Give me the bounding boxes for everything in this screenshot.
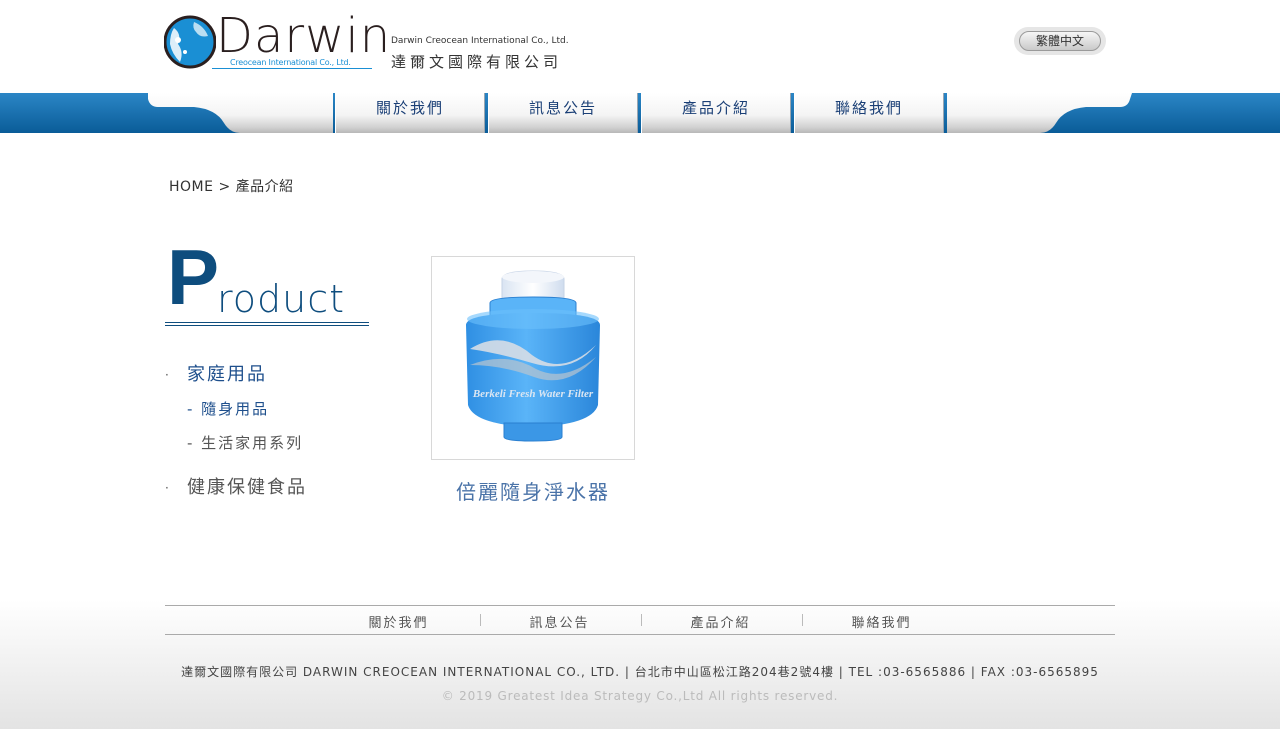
title-underline-2	[165, 325, 369, 326]
footer-divider-bottom	[165, 634, 1115, 635]
product-card[interactable]: Berkeli Fresh Water Filter	[431, 256, 635, 460]
nav-products[interactable]: 產品介紹	[641, 93, 791, 133]
footer-company-info: 達爾文國際有限公司 DARWIN CREOCEAN INTERNATIONAL …	[181, 665, 1099, 679]
footer-copyright: © 2019 Greatest Idea Strategy Co.,Ltd Al…	[441, 689, 839, 703]
category-health-food-label: 健康保健食品	[187, 477, 307, 498]
globe-logo-icon	[164, 15, 216, 69]
category-health-food[interactable]: · 健康保健食品	[165, 473, 307, 499]
logo-subtitle: Creocean International Co., Ltd.	[230, 58, 351, 67]
nav-right-cap	[947, 93, 1132, 133]
logo-underline	[212, 68, 372, 69]
subcategory-home-series[interactable]: - 生活家用系列	[187, 432, 303, 453]
nav-left-cap	[148, 93, 333, 133]
nav-news[interactable]: 訊息公告	[488, 93, 638, 133]
title-underline	[165, 322, 369, 323]
breadcrumb: HOME > 產品介紹	[169, 176, 294, 196]
title-rest: roduct	[217, 277, 346, 321]
subcategory-portable[interactable]: - 隨身用品	[187, 398, 269, 419]
breadcrumb-home[interactable]: HOME	[169, 179, 213, 195]
product-section-title: P roduct	[165, 238, 369, 328]
nav-about[interactable]: 關於我們	[335, 93, 485, 133]
company-name-en: Darwin Creocean International Co., Ltd.	[391, 36, 569, 46]
footer-divider-top	[165, 605, 1115, 606]
footer-link-products[interactable]: 產品介紹	[640, 612, 801, 631]
category-household-label: 家庭用品	[187, 364, 267, 385]
footer-link-contact[interactable]: 聯絡我們	[801, 612, 962, 631]
breadcrumb-separator: >	[218, 179, 231, 195]
company-name-zh: 達爾文國際有限公司	[391, 53, 563, 71]
nav-news-label: 訊息公告	[528, 99, 597, 117]
breadcrumb-current: 產品介紹	[235, 179, 294, 195]
title-initial: P	[167, 233, 220, 321]
language-button[interactable]: 繁體中文	[1019, 31, 1101, 51]
nav-contact-label: 聯絡我們	[834, 99, 903, 117]
product-image-label: Berkeli Fresh Water Filter	[472, 388, 594, 400]
company-logo[interactable]: Darwin Creocean International Co., Ltd.	[164, 8, 390, 72]
nav-about-label: 關於我們	[375, 99, 444, 117]
water-filter-image: Berkeli Fresh Water Filter	[466, 270, 600, 442]
logo-wordmark: Darwin	[216, 8, 392, 64]
nav-contact[interactable]: 聯絡我們	[794, 93, 944, 133]
language-switcher: 繁體中文	[1014, 27, 1106, 55]
footer-link-news[interactable]: 訊息公告	[479, 612, 640, 631]
footer-link-about[interactable]: 關於我們	[318, 612, 479, 631]
nav-products-label: 產品介紹	[681, 99, 750, 117]
product-name-link[interactable]: 倍麗隨身淨水器	[431, 476, 635, 505]
category-household[interactable]: · 家庭用品	[165, 360, 267, 386]
bullet-icon: ·	[165, 481, 171, 495]
bullet-icon: ·	[165, 368, 171, 382]
